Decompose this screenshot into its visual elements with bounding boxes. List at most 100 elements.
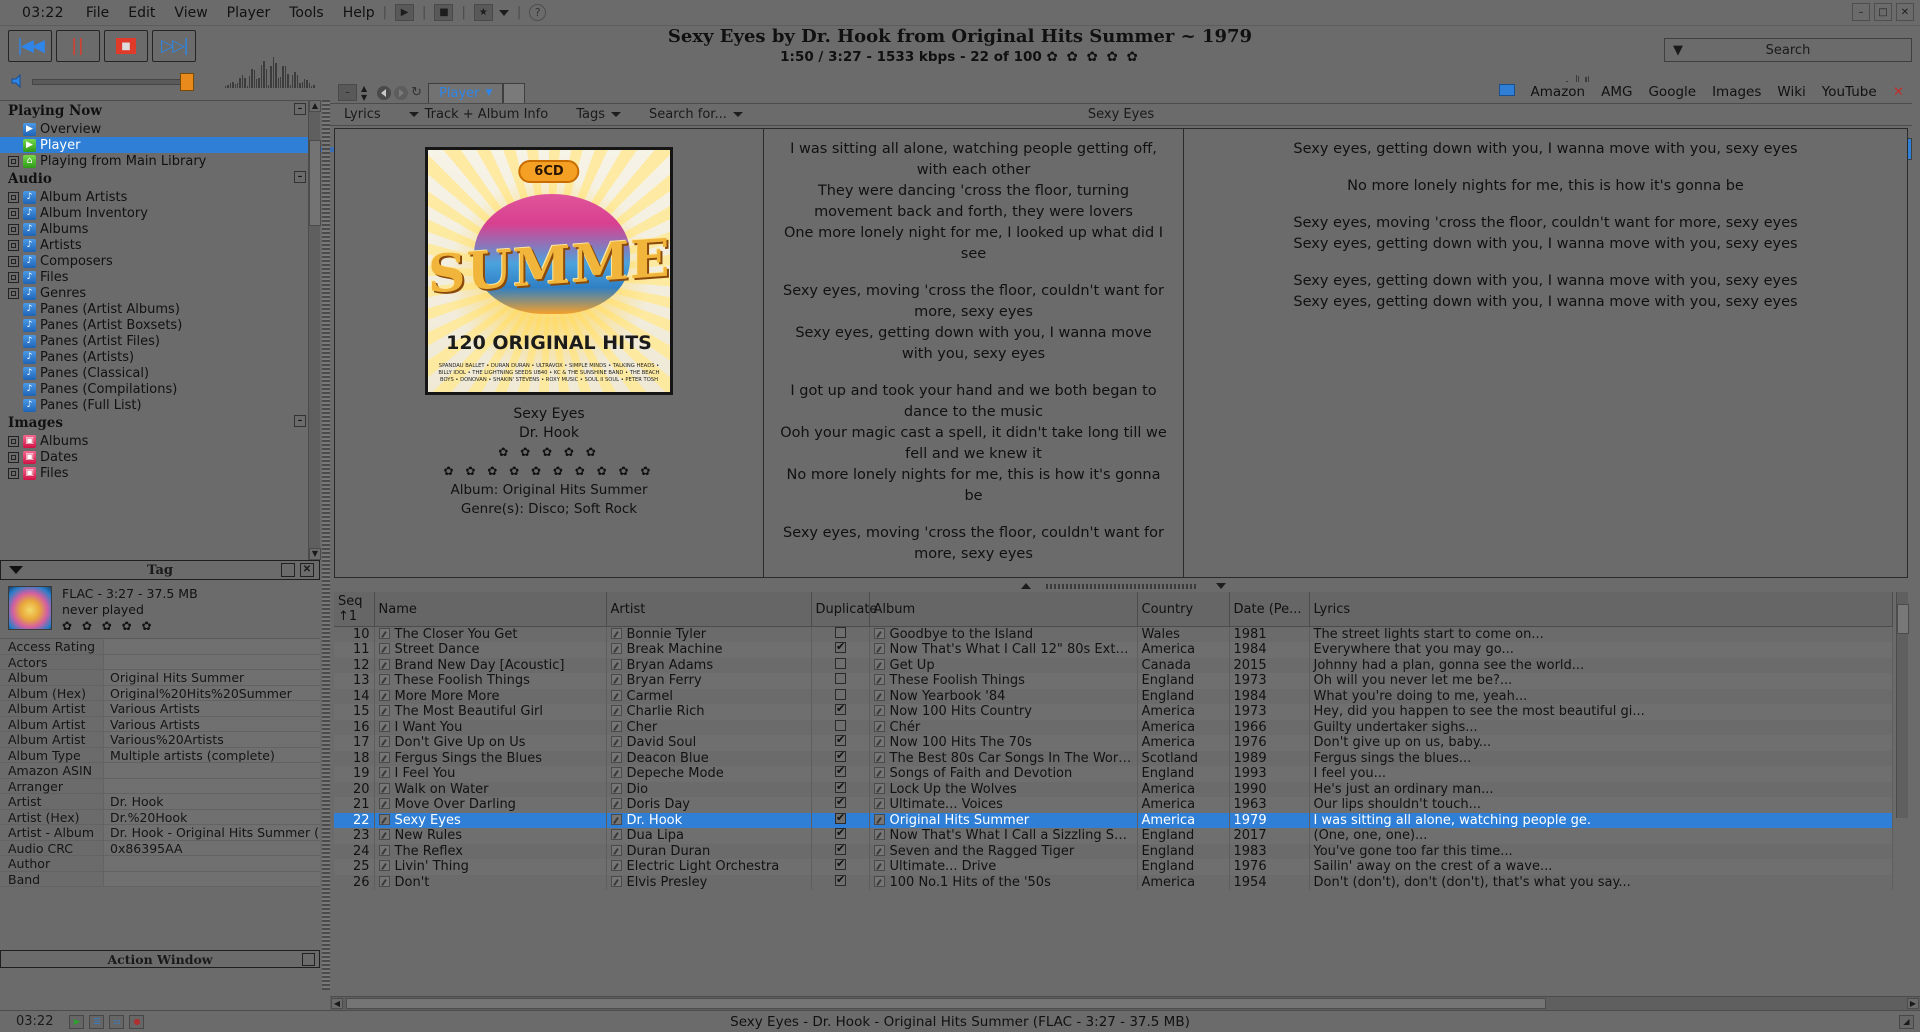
table-row[interactable]: 25Livin' ThingElectric Light Orchestra Ul… — [334, 859, 1893, 875]
cell-date[interactable]: 1973 — [1229, 673, 1310, 689]
cell-name[interactable]: Street Dance — [374, 642, 607, 658]
cell-lyrics[interactable]: Don't give up on us, baby... — [1309, 735, 1893, 751]
cell-lyrics[interactable]: Sailin' away on the crest of a wave... — [1309, 859, 1893, 875]
menu-edit[interactable]: Edit — [128, 5, 155, 21]
cell-seq[interactable]: 26 — [334, 874, 375, 890]
back-icon[interactable] — [377, 85, 392, 100]
edit-pencil-icon[interactable] — [873, 689, 885, 701]
expander-icon[interactable] — [8, 191, 19, 203]
cell-duplicate[interactable] — [811, 626, 870, 642]
cell-album[interactable]: Ultimate... Drive — [869, 859, 1138, 875]
cell-country[interactable]: America — [1137, 781, 1230, 797]
expander-icon[interactable] — [8, 223, 19, 235]
cell-artist[interactable]: Duran Duran — [606, 843, 812, 859]
cell-seq[interactable]: 11 — [334, 642, 375, 658]
panel-divider[interactable] — [322, 100, 330, 990]
chevron-down-icon[interactable]: ▼ — [1673, 43, 1683, 58]
expander-icon[interactable] — [8, 271, 19, 283]
edit-pencil-icon[interactable] — [873, 813, 885, 825]
cell-seq[interactable]: 20 — [334, 781, 375, 797]
menu-view[interactable]: View — [174, 5, 207, 21]
cell-album[interactable]: Now That's What I Call 12" 80s Exten... — [869, 642, 1138, 658]
cell-name[interactable]: I Feel You — [374, 766, 607, 782]
sidebar-item-artists[interactable]: ♪ Artists — [0, 237, 320, 253]
cell-seq[interactable]: 22 — [334, 812, 375, 828]
cell-album[interactable]: Get Up — [869, 657, 1138, 673]
tag-row[interactable]: Audio CRC 0x86395AA — [0, 840, 320, 856]
edit-pencil-icon[interactable] — [610, 720, 622, 732]
cell-lyrics[interactable]: You've gone too far this time... — [1309, 843, 1893, 859]
help-icon[interactable]: ? — [529, 4, 547, 21]
column-header-country[interactable]: Country — [1137, 592, 1230, 627]
table-row[interactable]: 24The ReflexDuran Duran Seven and the Rag… — [334, 843, 1893, 859]
table-row[interactable]: 10 The Closer You Get Bonnie Tyler Goodbye … — [334, 626, 1893, 642]
tab-new[interactable] — [503, 82, 526, 103]
tag-value[interactable]: Original Hits Summer — [104, 670, 320, 685]
edit-pencil-icon[interactable] — [873, 767, 885, 779]
column-header-lyrics[interactable]: Lyrics — [1309, 592, 1893, 627]
sidebar-item-files[interactable]: ♪ Files — [0, 269, 320, 285]
cell-seq[interactable]: 19 — [334, 766, 375, 782]
cell-date[interactable]: 1973 — [1229, 704, 1310, 720]
duplicate-checkbox[interactable] — [834, 719, 846, 731]
cell-artist[interactable]: Carmel — [606, 688, 812, 704]
table-row[interactable]: 20Walk on WaterDio Lock Up the WolvesAmer… — [334, 781, 1893, 797]
sidebar-item-dates[interactable]: ▣ Dates — [0, 449, 320, 465]
cell-country[interactable]: England — [1137, 859, 1230, 875]
cell-duplicate[interactable] — [811, 704, 870, 720]
cell-artist[interactable]: Elvis Presley — [606, 874, 812, 890]
chevron-down-icon[interactable] — [408, 112, 419, 117]
cell-seq[interactable]: 15 — [334, 704, 375, 720]
link-amazon[interactable]: Amazon — [1531, 84, 1586, 100]
cell-album[interactable]: Now 100 Hits The 70s — [869, 735, 1138, 751]
cell-album[interactable]: Now That's What I Call a Sizzling Sum... — [869, 828, 1138, 844]
record-icon[interactable]: ● — [129, 1014, 145, 1029]
cell-name[interactable]: Fergus Sings the Blues — [374, 750, 607, 766]
link-google[interactable]: Google — [1648, 84, 1696, 100]
sidebar-item-composers[interactable]: ♪ Composers — [0, 253, 320, 269]
scroll-down-icon[interactable]: ▼ — [309, 548, 321, 560]
tag-value[interactable] — [104, 871, 320, 886]
edit-pencil-icon[interactable] — [873, 628, 885, 639]
table-row[interactable]: 14 More More More Carmel Now Yearbook '84 En… — [334, 688, 1893, 704]
cell-name[interactable]: Livin' Thing — [374, 859, 607, 875]
cell-name[interactable]: The Most Beautiful Girl — [374, 704, 607, 720]
cell-duplicate[interactable] — [811, 719, 870, 735]
edit-pencil-icon[interactable] — [873, 643, 885, 655]
cell-duplicate[interactable] — [811, 766, 870, 782]
cell-country[interactable]: Canada — [1137, 657, 1230, 673]
edit-pencil-icon[interactable] — [378, 705, 390, 717]
cell-duplicate[interactable] — [811, 812, 870, 828]
cell-name[interactable]: The Closer You Get — [374, 626, 607, 642]
cell-date[interactable]: 1976 — [1229, 735, 1310, 751]
expander-icon[interactable] — [8, 287, 19, 299]
chevron-down-icon[interactable] — [610, 112, 621, 117]
duplicate-checkbox[interactable] — [834, 782, 846, 793]
cell-name[interactable]: Don't Give Up on Us — [374, 735, 607, 751]
cell-seq[interactable]: 18 — [334, 750, 375, 766]
edit-pencil-icon[interactable] — [378, 658, 390, 670]
edit-pencil-icon[interactable] — [873, 798, 885, 810]
stop-icon[interactable]: ■ — [434, 4, 454, 21]
table-row[interactable]: 16 I Want You Cher Chér America 1966 Guilty un… — [334, 719, 1893, 735]
chevron-down-icon[interactable] — [498, 9, 509, 16]
cell-seq[interactable]: 23 — [334, 828, 375, 844]
cell-artist[interactable]: Electric Light Orchestra — [606, 859, 812, 875]
cell-country[interactable]: America — [1137, 719, 1230, 735]
column-header-artist[interactable]: Artist — [606, 592, 812, 627]
tag-row[interactable]: Album Original Hits Summer — [0, 670, 320, 686]
cell-album[interactable]: These Foolish Things — [869, 673, 1138, 689]
tab-player[interactable]: Player ▼ — [428, 82, 504, 103]
edit-pencil-icon[interactable] — [378, 829, 390, 841]
expander-icon[interactable] — [8, 435, 19, 447]
cell-seq[interactable]: 14 — [334, 688, 375, 704]
sidebar-item-files[interactable]: ▣ Files — [0, 465, 320, 481]
cell-name[interactable]: Don't — [374, 874, 607, 890]
search-input[interactable]: ▼ Search — [1664, 38, 1912, 62]
cell-country[interactable]: England — [1137, 843, 1230, 859]
sidebar-item-overview[interactable]: ▶ Overview — [0, 121, 320, 137]
tag-row[interactable]: Album Artist (H...Various%20Artists — [0, 732, 320, 762]
volume-slider[interactable] — [32, 79, 192, 85]
minimize-button[interactable]: – — [1852, 3, 1870, 21]
link-wiki[interactable]: Wiki — [1777, 84, 1805, 100]
